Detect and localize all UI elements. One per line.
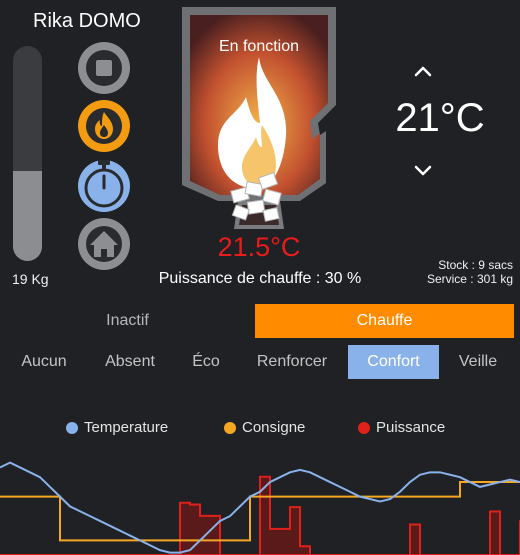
flame-button[interactable] [78, 100, 130, 152]
stopwatch-icon [84, 160, 124, 208]
service-info: Service : 301 kg [426, 272, 513, 286]
preset-standby-button[interactable]: Veille [447, 345, 509, 379]
series-puissance [0, 475, 520, 555]
home-icon [86, 226, 122, 262]
preset-eco-button[interactable]: Éco [180, 345, 232, 379]
heating-power-label: Puissance de chauffe : 30 % [158, 270, 362, 287]
mode-heating-button[interactable]: Chauffe [255, 304, 514, 338]
preset-comfort-button[interactable]: Confort [348, 345, 439, 379]
legend-temperature[interactable]: Temperature [66, 419, 168, 436]
legend-label: Puissance [376, 419, 446, 436]
legend-dot [224, 421, 236, 434]
preset-none-button[interactable]: Aucun [12, 345, 76, 379]
setpoint-temperature: 21°C [395, 96, 485, 140]
app-title: Rika DOMO [33, 10, 141, 32]
legend-power[interactable]: Puissance [358, 419, 445, 436]
pellet-weight-label: 19 Kg [12, 271, 49, 287]
legend-label: Temperature [84, 419, 169, 436]
legend-dot [66, 421, 78, 434]
setpoint-up-button[interactable] [408, 60, 438, 82]
mode-inactive-button[interactable]: Inactif [5, 304, 250, 338]
stop-icon [86, 50, 122, 86]
history-chart [0, 461, 520, 555]
preset-boost-button[interactable]: Renforcer [246, 345, 338, 379]
stop-button[interactable] [78, 42, 130, 94]
legend-label: Consigne [242, 419, 306, 436]
pellet-level-fill [13, 170, 42, 261]
current-temperature: 21.5°C [217, 232, 301, 262]
legend-dot [358, 421, 370, 434]
timer-button[interactable] [78, 160, 130, 212]
preset-away-button[interactable]: Absent [96, 345, 164, 379]
chevron-down-icon [414, 165, 432, 176]
pellet-level-bar [13, 46, 42, 261]
chevron-up-icon [414, 66, 432, 77]
setpoint-down-button[interactable] [408, 160, 438, 182]
legend-setpoint[interactable]: Consigne [224, 419, 305, 436]
flame-icon [86, 108, 122, 144]
stove-status-label: En fonction [218, 38, 300, 55]
stock-info: Stock : 9 sacs [438, 258, 513, 272]
home-button[interactable] [78, 218, 130, 270]
